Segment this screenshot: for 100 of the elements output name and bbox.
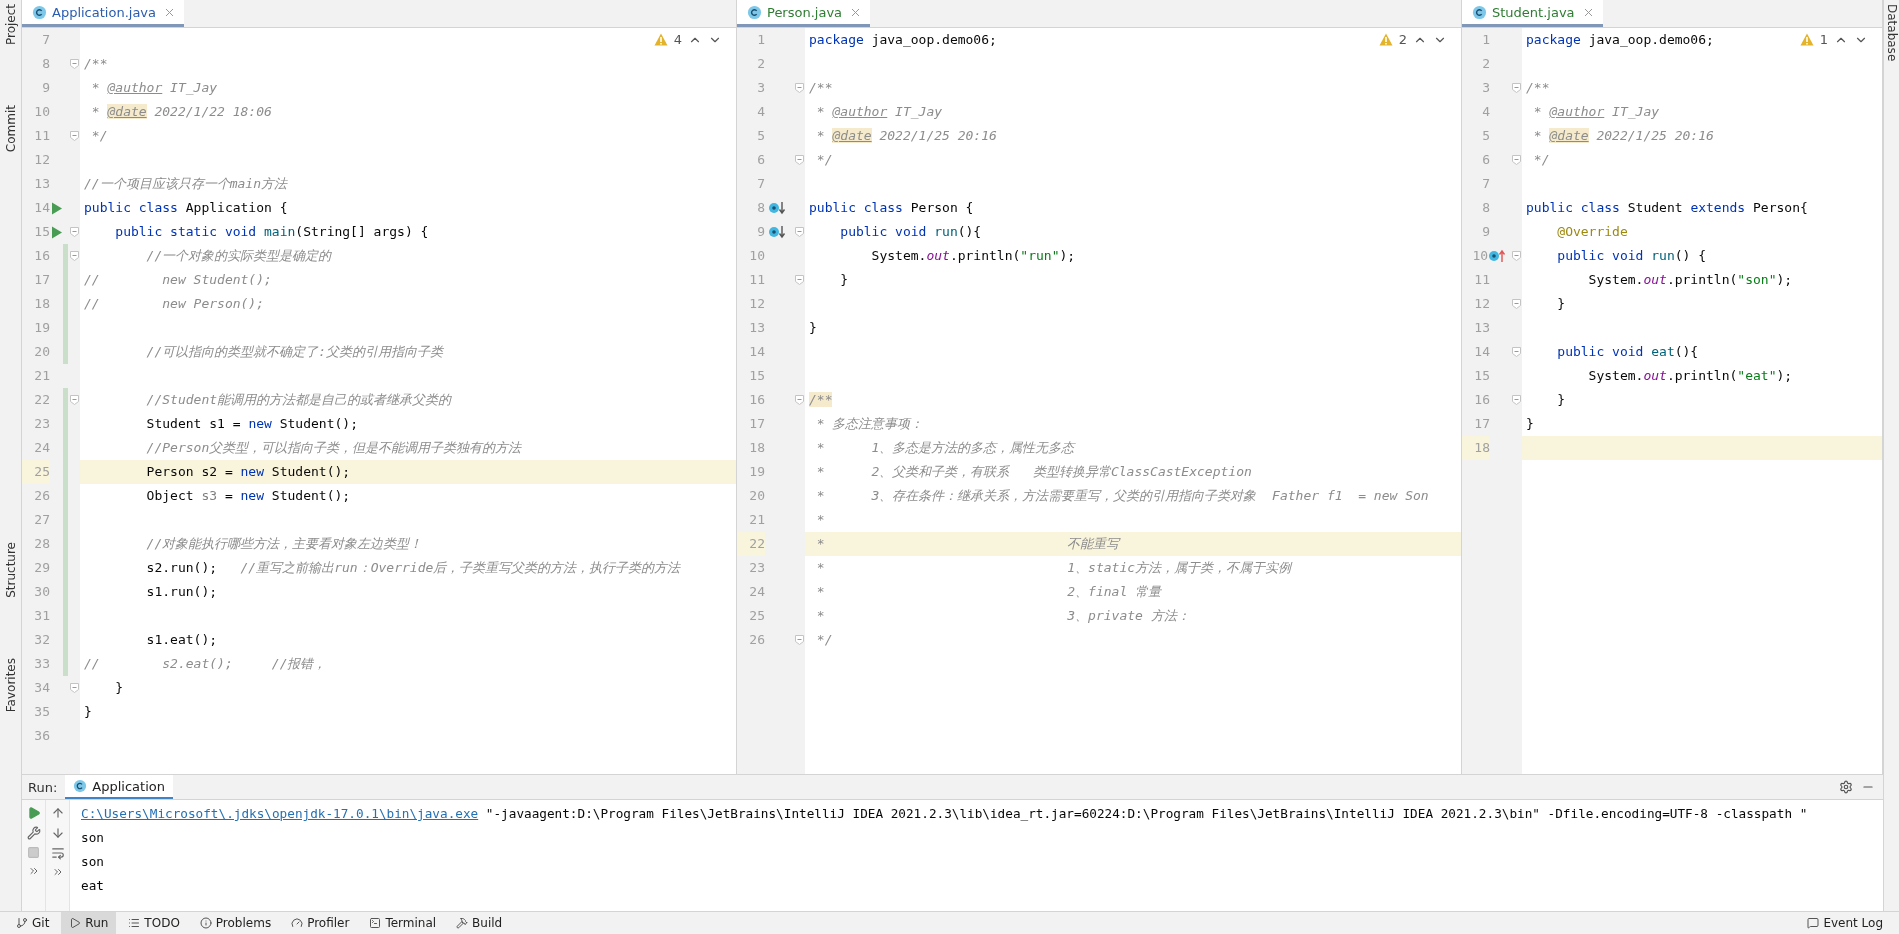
implemented-down-icon[interactable] (767, 201, 786, 215)
code-line: * 1、多态是方法的多态，属性无多态 (815, 439, 1075, 457)
code-line: } (839, 271, 849, 289)
tool-icon (456, 917, 469, 929)
fold-icon[interactable] (69, 251, 79, 261)
editor-tab[interactable]: Application.java (22, 0, 184, 27)
line-number: 21 (748, 511, 765, 529)
wrench-icon[interactable] (26, 826, 41, 840)
tool-window-button[interactable]: Git (8, 912, 58, 934)
more-icon[interactable] (51, 866, 64, 878)
code-line: * @author IT_Jay (815, 103, 943, 121)
tool-window-tab[interactable]: Commit (3, 105, 18, 153)
tool-window-button[interactable]: Profiler (283, 912, 358, 934)
line-number: 14 (748, 343, 765, 361)
editor-tab[interactable]: Person.java (737, 0, 871, 27)
tool-icon (199, 917, 212, 929)
overrides-up-icon[interactable] (1488, 249, 1507, 263)
soft-wrap-icon[interactable] (50, 846, 65, 860)
fold-icon[interactable] (794, 83, 804, 93)
code-line: * @date 2022/1/25 20:16 (815, 127, 997, 145)
warning-icon[interactable] (1378, 33, 1393, 46)
line-number: 16 (1473, 391, 1490, 409)
code-line: * @date 2022/1/25 20:16 (1532, 127, 1714, 145)
run-tab[interactable]: Application (65, 775, 173, 799)
run-icon[interactable] (50, 225, 63, 239)
implemented-down-icon[interactable] (767, 225, 786, 239)
line-number: 17 (748, 415, 765, 433)
line-number: 18 (1462, 436, 1490, 460)
line-number: 8 (41, 55, 50, 73)
line-number: 15 (33, 223, 50, 241)
line-number: 5 (1481, 127, 1490, 145)
line-number: 16 (748, 391, 765, 409)
code-line: //一个对象的实际类型是确定的 (145, 247, 332, 265)
line-number: 1 (1481, 31, 1490, 49)
settings-icon[interactable] (1839, 780, 1853, 794)
editor-tab[interactable]: Student.java (1462, 0, 1603, 27)
close-icon[interactable] (1583, 7, 1593, 17)
line-number: 25 (748, 607, 765, 625)
fold-icon[interactable] (1511, 251, 1521, 261)
tool-window-button[interactable]: Terminal (361, 912, 445, 934)
fold-icon[interactable] (69, 683, 79, 693)
fold-icon[interactable] (1511, 299, 1521, 309)
fold-icon[interactable] (794, 275, 804, 285)
warning-icon[interactable] (653, 33, 668, 46)
code-line: public void run() { (1556, 247, 1707, 265)
code-line: // new Person(); (83, 295, 264, 313)
tool-window-tab[interactable]: Structure (3, 542, 18, 599)
code-line: public static void main(String[] args) { (114, 223, 429, 241)
fold-icon[interactable] (794, 227, 804, 237)
fold-icon[interactable] (1511, 347, 1521, 357)
close-icon[interactable] (165, 7, 174, 17)
warning-icon[interactable] (1799, 33, 1814, 46)
code-line: * 3、存在条件：继承关系，方法需要重写，父类的引用指向子类对象 Father f1 = new Son (815, 487, 1429, 505)
fold-icon[interactable] (1511, 83, 1521, 93)
fold-icon[interactable] (69, 59, 79, 69)
code-line: //Student能调用的方法都是自己的或者继承父类的 (145, 391, 452, 409)
path-link[interactable]: C:\Users\Microsoft\.jdks\openjdk-17.0.1\bin\java.exe (81, 806, 479, 821)
stop-icon[interactable] (27, 846, 40, 859)
line-number: 22 (737, 532, 765, 556)
code-line: Object s3 = new Student(); (145, 487, 351, 505)
arrow-up-icon[interactable] (50, 806, 65, 820)
tool-window-tab[interactable]: Project (3, 4, 18, 46)
class-icon (747, 4, 762, 20)
line-number: 17 (33, 271, 50, 289)
fold-icon[interactable] (69, 227, 79, 237)
fold-icon[interactable] (794, 155, 804, 165)
line-number: 2 (1481, 55, 1490, 73)
tool-window-button[interactable]: Problems (191, 912, 280, 934)
fold-icon[interactable] (1511, 155, 1521, 165)
tool-window-button[interactable]: TODO (120, 912, 188, 934)
code-line: // new Student(); (83, 271, 272, 289)
line-number: 9 (756, 223, 765, 241)
run-icon[interactable] (50, 201, 63, 215)
event-log-button[interactable]: Event Log (1799, 912, 1891, 934)
more-icon[interactable] (27, 865, 40, 877)
fold-icon[interactable] (794, 635, 804, 645)
code-line: /** (83, 55, 108, 73)
rerun-icon[interactable] (26, 806, 41, 820)
line-number: 23 (748, 559, 765, 577)
line-number: 1 (756, 31, 765, 49)
close-icon[interactable] (851, 7, 861, 17)
tool-window-button[interactable]: Build (448, 912, 511, 934)
line-number: 22 (33, 391, 50, 409)
tool-window-tab[interactable]: Database (1884, 4, 1899, 62)
arrow-down-icon[interactable] (50, 826, 65, 840)
code-line: Person s2 = new Student(); (145, 463, 351, 481)
fold-icon[interactable] (794, 395, 804, 405)
tool-icon (69, 917, 82, 929)
line-number: 27 (33, 511, 50, 529)
line-number: 26 (33, 487, 50, 505)
line-number: 15 (1473, 367, 1490, 385)
line-number: 32 (33, 631, 50, 649)
fold-icon[interactable] (1511, 395, 1521, 405)
fold-icon[interactable] (69, 131, 79, 141)
line-number: 16 (33, 247, 50, 265)
fold-icon[interactable] (69, 395, 79, 405)
code-line: * 1、static方法，属于类，不属于实例 (815, 559, 1292, 577)
tool-window-tab[interactable]: Favorites (3, 658, 18, 713)
code-line: //对象能执行哪些方法，主要看对象左边类型！ (145, 535, 423, 553)
tool-window-button[interactable]: Run (61, 912, 117, 934)
